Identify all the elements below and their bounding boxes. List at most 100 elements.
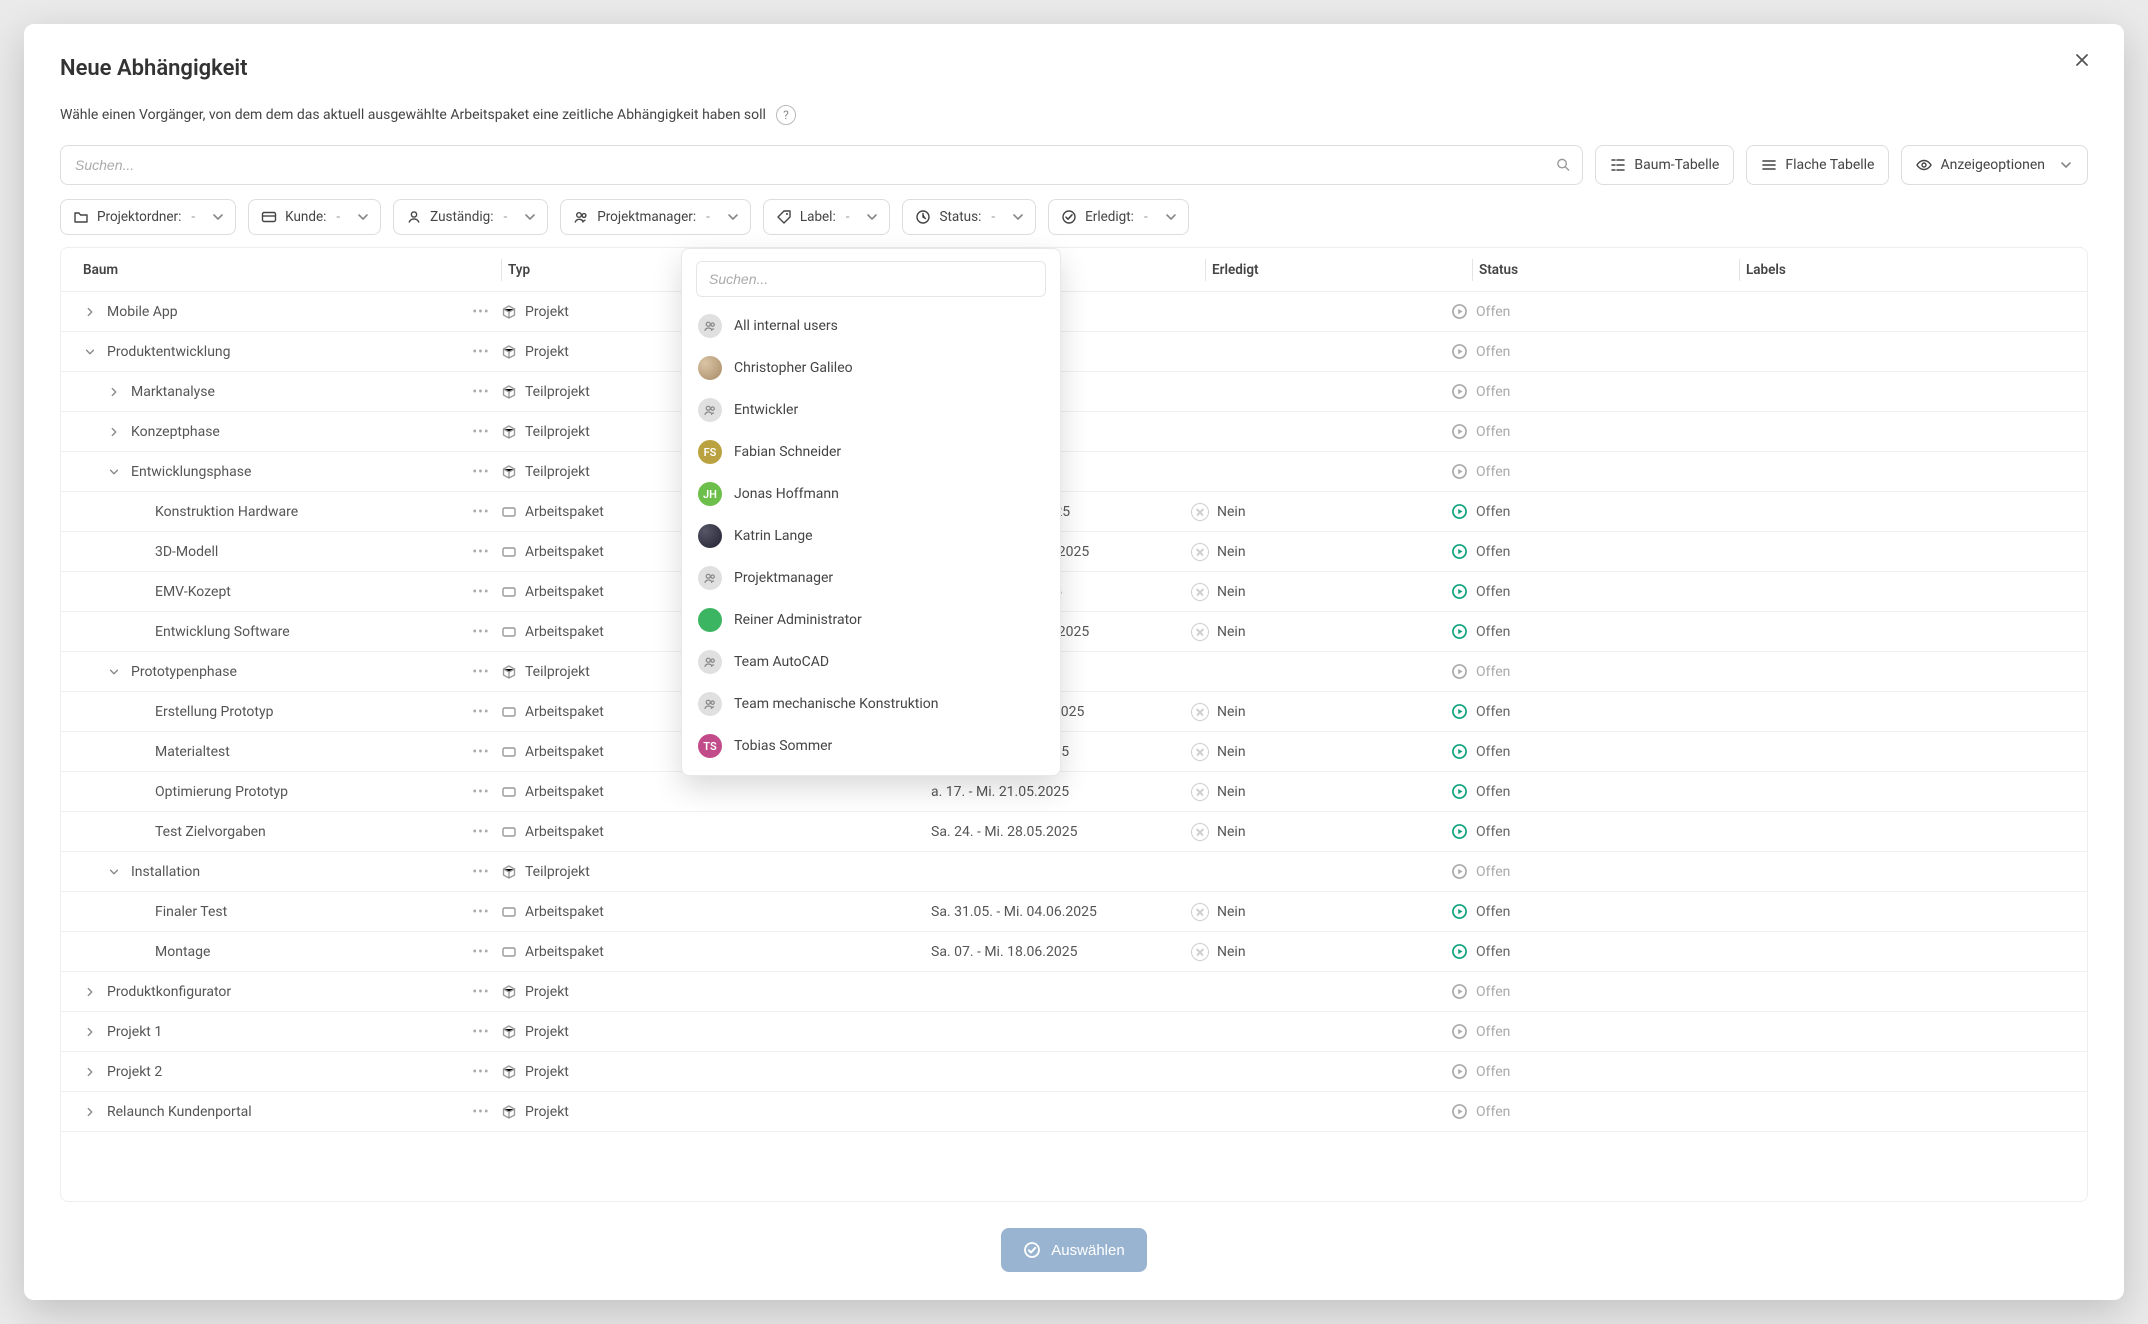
row-menu-button[interactable]: ••• <box>472 744 489 760</box>
row-menu-button[interactable]: ••• <box>472 824 489 840</box>
search-input[interactable] <box>60 145 1583 185</box>
table-row[interactable]: Materialtest•••Arbeitspaketa. 10. - Mi. … <box>61 732 2087 772</box>
filter-label[interactable]: Label: - <box>763 199 891 235</box>
caret-down-icon[interactable] <box>107 466 121 478</box>
table-row[interactable]: Entwicklungsphase•••TeilprojektOffen <box>61 452 2087 492</box>
caret-right-icon[interactable] <box>107 426 121 438</box>
pm-option[interactable]: Team AutoCAD <box>682 641 1060 683</box>
row-name: Produktentwicklung <box>107 344 231 360</box>
close-button[interactable] <box>2066 44 2098 76</box>
pm-option[interactable]: JHJonas Hoffmann <box>682 473 1060 515</box>
table-row[interactable]: Montage•••ArbeitspaketSa. 07. - Mi. 18.0… <box>61 932 2087 972</box>
row-name: Installation <box>131 864 200 880</box>
pm-option[interactable]: Team mechanische Konstruktion <box>682 683 1060 725</box>
pm-dropdown-search[interactable] <box>696 261 1046 297</box>
filter-status[interactable]: Status: - <box>902 199 1036 235</box>
table-row[interactable]: Relaunch Kundenportal•••ProjektOffen <box>61 1092 2087 1132</box>
filter-pm[interactable]: Projektmanager: - <box>560 199 751 235</box>
row-type-label: Arbeitspaket <box>525 824 604 840</box>
caret-down-icon[interactable] <box>107 866 121 878</box>
caret-right-icon[interactable] <box>83 1026 97 1038</box>
help-icon[interactable]: ? <box>776 105 796 125</box>
row-menu-button[interactable]: ••• <box>472 624 489 640</box>
row-name: Optimierung Prototyp <box>155 784 288 800</box>
display-options-button[interactable]: Anzeigeoptionen <box>1901 145 2088 185</box>
caret-right-icon[interactable] <box>83 306 97 318</box>
chevron-down-icon <box>523 210 537 224</box>
table-row[interactable]: Entwicklung Software•••Arbeitspaketo. 31… <box>61 612 2087 652</box>
filter-assignee[interactable]: Zuständig: - <box>393 199 548 235</box>
pm-option[interactable]: Entwickler <box>682 389 1060 431</box>
avatar: FS <box>698 440 722 464</box>
view-tree-button[interactable]: Baum-Tabelle <box>1595 145 1734 185</box>
row-done-label: Nein <box>1217 584 1246 600</box>
row-menu-button[interactable]: ••• <box>472 1024 489 1040</box>
row-menu-button[interactable]: ••• <box>472 984 489 1000</box>
row-menu-button[interactable]: ••• <box>472 504 489 520</box>
row-menu-button[interactable]: ••• <box>472 304 489 320</box>
table-row[interactable]: Projekt 1•••ProjektOffen <box>61 1012 2087 1052</box>
row-type-label: Teilprojekt <box>525 424 590 440</box>
table-row[interactable]: Test Zielvorgaben•••ArbeitspaketSa. 24. … <box>61 812 2087 852</box>
filter-customer[interactable]: Kunde: - <box>248 199 381 235</box>
pm-option[interactable]: Christopher Galileo <box>682 347 1060 389</box>
table-row[interactable]: Produktentwicklung•••ProjektOffen <box>61 332 2087 372</box>
row-menu-button[interactable]: ••• <box>472 904 489 920</box>
table-row[interactable]: Installation•••TeilprojektOffen <box>61 852 2087 892</box>
row-menu-button[interactable]: ••• <box>472 344 489 360</box>
caret-right-icon[interactable] <box>83 1066 97 1078</box>
table-row[interactable]: Prototypenphase•••TeilprojektOffen <box>61 652 2087 692</box>
row-menu-button[interactable]: ••• <box>472 944 489 960</box>
not-done-icon <box>1191 823 1209 841</box>
pm-option-label: Team AutoCAD <box>734 654 829 670</box>
row-menu-button[interactable]: ••• <box>472 544 489 560</box>
pm-option[interactable]: FSFabian Schneider <box>682 431 1060 473</box>
filter-done[interactable]: Erledigt: - <box>1048 199 1189 235</box>
not-done-icon <box>1191 503 1209 521</box>
table-row[interactable]: Produktkonfigurator•••ProjektOffen <box>61 972 2087 1012</box>
table-row[interactable]: Finaler Test•••ArbeitspaketSa. 31.05. - … <box>61 892 2087 932</box>
pm-option-label: Team mechanische Konstruktion <box>734 696 939 712</box>
row-name: Finaler Test <box>155 904 227 920</box>
table-row[interactable]: Mobile App•••ProjektOffen <box>61 292 2087 332</box>
row-menu-button[interactable]: ••• <box>472 864 489 880</box>
pm-option[interactable]: TSTobias Sommer <box>682 725 1060 767</box>
row-menu-button[interactable]: ••• <box>472 704 489 720</box>
caret-down-icon[interactable] <box>107 666 121 678</box>
table-row[interactable]: Konstruktion Hardware•••Arbeitspaketo. 1… <box>61 492 2087 532</box>
table-row[interactable]: 3D-Modell•••Arbeitspaketo. 31.03. - Sa. … <box>61 532 2087 572</box>
table-row[interactable]: Marktanalyse•••TeilprojektOffen <box>61 372 2087 412</box>
pm-option[interactable]: Reiner Administrator <box>682 599 1060 641</box>
pm-option[interactable]: All internal users <box>682 305 1060 347</box>
row-menu-button[interactable]: ••• <box>472 1064 489 1080</box>
status-open-icon <box>1451 903 1468 920</box>
pm-option[interactable]: Projektmanager <box>682 557 1060 599</box>
caret-right-icon[interactable] <box>107 386 121 398</box>
caret-right-icon[interactable] <box>83 1106 97 1118</box>
table-row[interactable]: Konzeptphase•••TeilprojektOffen <box>61 412 2087 452</box>
project-icon <box>501 344 517 360</box>
row-menu-button[interactable]: ••• <box>472 664 489 680</box>
table-row[interactable]: Erstellung Prototyp•••Arbeitspaketi. 23.… <box>61 692 2087 732</box>
chevron-down-icon <box>211 210 225 224</box>
row-menu-button[interactable]: ••• <box>472 424 489 440</box>
caret-right-icon[interactable] <box>83 986 97 998</box>
row-menu-button[interactable]: ••• <box>472 384 489 400</box>
caret-down-icon[interactable] <box>83 346 97 358</box>
view-flat-button[interactable]: Flache Tabelle <box>1746 145 1889 185</box>
table-row[interactable]: Projekt 2•••ProjektOffen <box>61 1052 2087 1092</box>
table-row[interactable]: EMV-Kozept•••Arbeitspaketi. 02. - Di. 08… <box>61 572 2087 612</box>
pm-option[interactable]: Katrin Lange <box>682 515 1060 557</box>
row-menu-button[interactable]: ••• <box>472 1104 489 1120</box>
select-button[interactable]: Auswählen <box>1001 1228 1146 1272</box>
workpackage-icon <box>501 784 517 800</box>
row-menu-button[interactable]: ••• <box>472 584 489 600</box>
row-menu-button[interactable]: ••• <box>472 464 489 480</box>
row-menu-button[interactable]: ••• <box>472 784 489 800</box>
pm-dropdown[interactable]: All internal usersChristopher GalileoEnt… <box>681 248 1061 776</box>
table-row[interactable]: Optimierung Prototyp•••Arbeitspaketa. 17… <box>61 772 2087 812</box>
col-status: Status <box>1479 262 1518 278</box>
filter-folder[interactable]: Projektordner: - <box>60 199 236 235</box>
avatar <box>698 692 722 716</box>
status-open-icon <box>1451 783 1468 800</box>
